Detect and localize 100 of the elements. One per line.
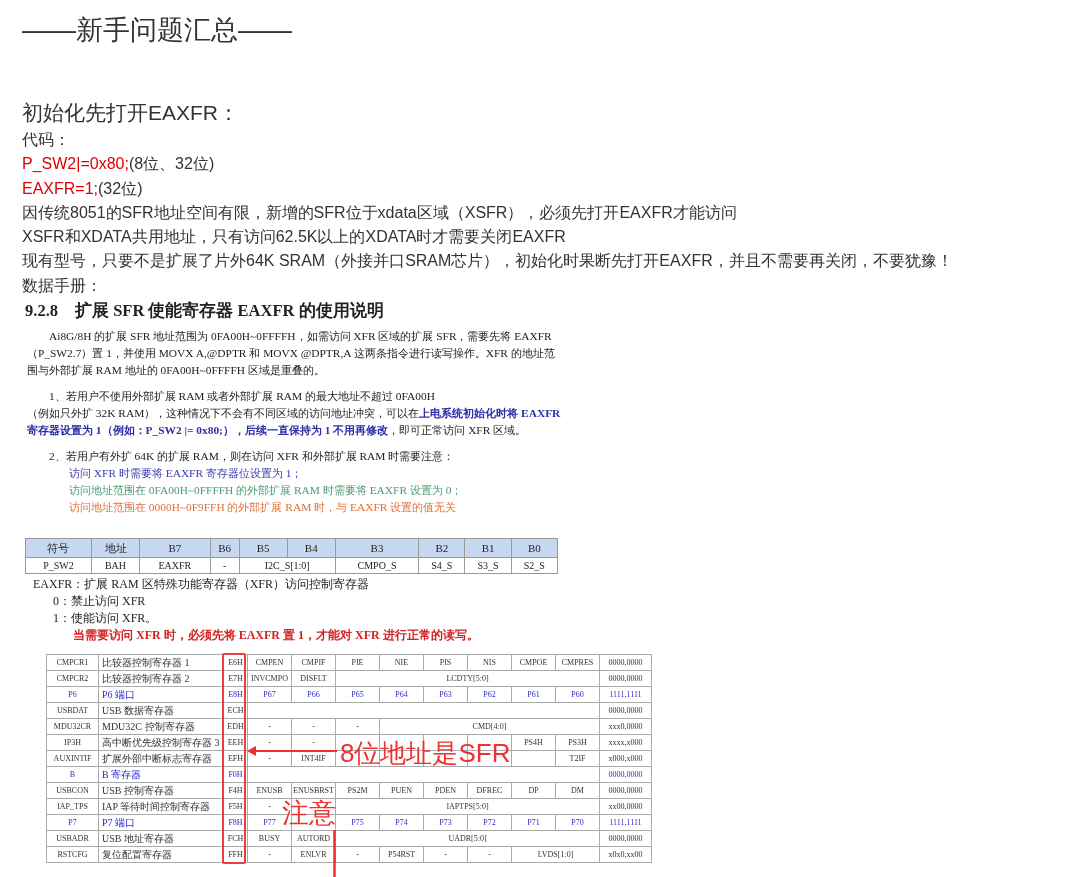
column-header: B1	[464, 538, 512, 558]
table-cell: IAP_TPS	[46, 798, 99, 815]
section-heading: 初始化先打开EAXFR：	[22, 100, 240, 126]
table-cell: P70	[555, 814, 600, 831]
table-cell: E7H	[223, 670, 248, 687]
datasheet-heading: 9.2.8 扩展 SFR 使能寄存器 EAXFR 的使用说明	[25, 300, 385, 323]
table-cell: P71	[511, 814, 556, 831]
table-cell: EAXFR	[139, 557, 211, 574]
table-cell: PIE	[335, 654, 380, 671]
table-cell: 0000,0000	[599, 670, 652, 687]
table-cell: P73	[423, 814, 468, 831]
table-cell: IAP 等待时间控制寄存器	[98, 798, 224, 815]
body-text: 因传统8051的SFR地址空间有限，新增的SFR位于xdata区域（XSFR），必须先打开EAXFR才能访问	[22, 202, 738, 223]
table-cell: x0x0,xx00	[599, 846, 652, 863]
table-cell: CMPCR1	[46, 654, 99, 671]
table-cell: PS2M	[335, 782, 380, 799]
table-cell: P66	[291, 686, 336, 703]
table-cell: B	[46, 766, 99, 783]
table-cell: -	[423, 846, 468, 863]
datasheet-text: （P_SW2.7）置 1，并使用 MOVX A,@DPTR 和 MOVX @DPTR,A 这两条指令进行读写操作。XFR 的地址范	[26, 346, 556, 362]
table-cell: -	[335, 718, 380, 735]
datasheet-text: 2、若用户有外扩 64K 的扩展 RAM，则在访问 XFR 和外部扩展 RAM 时需要注意：	[48, 449, 456, 465]
table-cell: 复位配置寄存器	[98, 846, 224, 863]
table-cell: P6 端口	[98, 686, 224, 703]
table-cell: B 寄存器	[98, 766, 224, 783]
table-cell: 0000,0000	[599, 654, 652, 671]
table-cell: 0000,0000	[599, 702, 652, 719]
column-header: 符号	[25, 538, 92, 558]
code-snippet: P_SW2|=0x80;	[22, 155, 129, 173]
datasheet-text: 1、若用户不使用外部扩展 RAM 或者外部扩展 RAM 的最大地址不超过 0FA00H	[48, 389, 436, 405]
table-cell: EDH	[223, 718, 248, 735]
table-cell: I2C_S[1:0]	[239, 557, 336, 574]
datasheet-text: 围与外部扩展 RAM 地址的 0FA00H~0FFFFH 区域是重叠的。	[26, 363, 326, 379]
note-text: 0：禁止访问 XFR	[52, 593, 147, 611]
column-header: B2	[418, 538, 465, 558]
table-cell: ENUSB	[247, 782, 292, 799]
datasheet-text: 访问地址范围在 0000H~0F9FFH 的外部扩展 RAM 时，与 EAXFR 设置的值无关	[68, 500, 458, 516]
table-cell: 0000,0000	[599, 766, 652, 783]
column-header: B3	[335, 538, 419, 558]
datasheet-text: 访问地址范围在 0FA00H~0FFFFH 的外部扩展 RAM 时需要将 EAXFR 设置为 0；	[68, 483, 464, 499]
table-cell: USBADR	[46, 830, 99, 847]
table-cell: RSTCFG	[46, 846, 99, 863]
table-cell: 1111,1111	[599, 814, 652, 831]
table-cell: -	[247, 718, 292, 735]
table-cell: xx00,0000	[599, 798, 652, 815]
body-text: 现有型号，只要不是扩展了片外64K SRAM（外接并口SRAM芯片），初始化时果断先打开EAXFR，并且不需要再关闭，不要犹豫！	[22, 251, 954, 272]
table-cell: NIE	[379, 654, 424, 671]
table-cell: 0000,0000	[599, 830, 652, 847]
table-cell: MDU32CR	[46, 718, 99, 735]
table-cell: P6	[46, 686, 99, 703]
table-cell: CMPCR2	[46, 670, 99, 687]
table-cell: EEH	[223, 734, 248, 751]
table-cell: ECH	[223, 702, 248, 719]
column-header: B4	[287, 538, 336, 558]
table-cell: USB 地址寄存器	[98, 830, 224, 847]
datasheet-text: Ai8G/8H 的扩展 SFR 地址范围为 0FA00H~0FFFFH，如需访问 XFR 区域的扩展 SFR，需要先将 EAXFR	[48, 329, 553, 345]
datasheet-text: 访问 XFR 时需要将 EAXFR 寄存器位设置为 1；	[68, 466, 304, 482]
annotation-text: 8位地址是SFR	[340, 740, 511, 767]
table-cell: PDEN	[423, 782, 468, 799]
code-snippet: EAXFR=1;	[22, 179, 99, 197]
table-cell: 0000,0000	[599, 782, 652, 799]
table-cell: CMPO_S	[335, 557, 419, 574]
table-cell: PIS	[423, 654, 468, 671]
table-cell: ENUSBRST	[291, 782, 336, 799]
table-cell: xxx0,0000	[599, 718, 652, 735]
table-cell: P65	[335, 686, 380, 703]
table-cell: AUXINTIF	[46, 750, 99, 767]
table-cell: -	[335, 846, 380, 863]
table-cell: PS4H	[511, 734, 556, 751]
table-cell: FCH	[223, 830, 248, 847]
table-cell: P7 端口	[98, 814, 224, 831]
code-comment: (8位、32位)	[128, 155, 215, 173]
table-cell: -	[467, 846, 512, 863]
column-header: B6	[210, 538, 240, 558]
table-cell: EFH	[223, 750, 248, 767]
table-cell: 高中断优先级控制寄存器 3	[98, 734, 224, 751]
table-cell: P64	[379, 686, 424, 703]
note-text: 1：使能访问 XFR。	[52, 610, 159, 628]
table-cell: USB 数据寄存器	[98, 702, 224, 719]
table-cell: CMPRES	[555, 654, 600, 671]
table-cell: PS3H	[555, 734, 600, 751]
table-cell: 比较器控制寄存器 1	[98, 654, 224, 671]
table-cell: LCDTY[5:0]	[335, 670, 600, 687]
datasheet-text: （例如只外扩 32K RAM），这种情况下不会有不同区域的访问地址冲突，可以在上电系统初始化时将 EAXFR	[26, 406, 562, 422]
table-cell: P61	[511, 686, 556, 703]
table-cell: P54RST	[379, 846, 424, 863]
table-cell: xxxx,x000	[599, 734, 652, 751]
table-cell: S3_S	[464, 557, 512, 574]
table-cell: S4_S	[418, 557, 465, 574]
note-text: 当需要访问 XFR 时，必须先将 EAXFR 置 1，才能对 XFR 进行正常的读写。	[72, 627, 480, 645]
page-title: ——新手问题汇总——	[22, 14, 293, 47]
table-cell: 扩展外部中断标志寄存器	[98, 750, 224, 767]
table-cell: P72	[467, 814, 512, 831]
table-cell: x000,x000	[599, 750, 652, 767]
table-cell: P7	[46, 814, 99, 831]
leader-line	[333, 830, 336, 877]
table-cell: F8H	[223, 814, 248, 831]
code-comment: (32位)	[98, 179, 143, 197]
datasheet-text: 寄存器设置为 1（例如：P_SW2 |= 0x80;），后续一直保持为 1 不用再修改，即可正常访问 XFR 区域。	[26, 423, 528, 439]
table-cell: P60	[555, 686, 600, 703]
